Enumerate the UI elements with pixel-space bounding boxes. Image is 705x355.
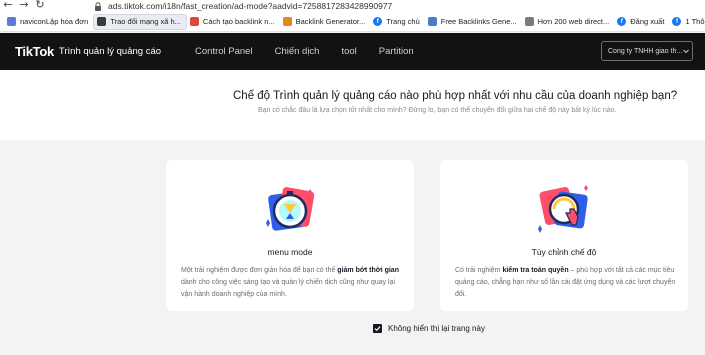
bookmark-item[interactable]: Backlink Generator... — [280, 14, 371, 30]
dont-show-again-option[interactable]: Không hiển thị lại trang này — [373, 324, 485, 333]
dont-show-again-label: Không hiển thị lại trang này — [388, 324, 485, 333]
company-selector[interactable]: Cong ty TNHH giao th... — [601, 41, 693, 61]
bookmark-item[interactable]: Hơn 200 web direct... — [522, 14, 615, 30]
bookmark-label: 1 Thông báo — [685, 17, 705, 26]
bookmark-label: Hơn 200 web direct... — [537, 17, 610, 26]
nav-control-panel[interactable]: Control Panel — [195, 46, 253, 57]
browser-address-bar: ← → ↻ ads.tiktok.com/i18n/fast_creation/… — [0, 0, 705, 12]
bookmark-label: Cách tạo backlink n... — [202, 17, 275, 26]
document-icon — [7, 17, 16, 26]
company-name: Cong ty TNHH giao th... — [608, 47, 683, 55]
top-header: TikTok Trình quản lý quảng cáo Control P… — [0, 33, 705, 70]
bookmarks-bar: naviconLập hóa đơn Trao đổi mạng xã h... C… — [0, 12, 705, 32]
custom-mode-card[interactable]: Tùy chỉnh chế độ Có trải nghiệm kiểm tra… — [440, 160, 688, 311]
bookmark-item[interactable]: Cách tạo backlink n... — [187, 14, 280, 30]
logo-subtitle: Trình quản lý quảng cáo — [58, 46, 162, 57]
lock-icon[interactable] — [92, 0, 104, 12]
custom-control-illustration-icon — [538, 185, 588, 233]
bookmark-item[interactable]: Trao đổi mạng xã h... — [93, 13, 187, 30]
card-title: Tùy chỉnh chế độ — [531, 247, 597, 257]
nav-partition[interactable]: Partition — [379, 46, 414, 57]
page-subtitle: Bạn có chắc đâu là lựa chọn tốt nhất cho… — [258, 107, 617, 114]
simplified-mode-card[interactable]: menu mode Một trải nghiệm được đơn giản … — [166, 160, 414, 311]
backlink-generator-icon — [282, 17, 292, 26]
forward-arrow-icon[interactable]: → — [16, 0, 32, 12]
reload-icon[interactable]: ↻ — [32, 0, 48, 12]
bookmark-label: Trao đổi mạng xã h... — [110, 17, 181, 26]
nav-tool[interactable]: tool — [341, 46, 356, 57]
facebook-icon: f — [373, 17, 383, 26]
stopwatch-illustration-icon — [266, 187, 315, 231]
facebook-icon: f — [617, 17, 627, 26]
bookmark-item[interactable]: f Đăng xuất — [614, 14, 669, 30]
bookmark-item[interactable]: naviconLập hóa đơn — [4, 14, 93, 30]
url-text[interactable]: ads.tiktok.com/i18n/fast_creation/ad-mod… — [108, 1, 392, 11]
tiktok-icon — [97, 17, 107, 26]
card-description: Có trải nghiệm kiểm tra toàn quyền – phù… — [455, 267, 676, 298]
checkmark-icon — [374, 326, 381, 332]
backlink-icon — [189, 17, 199, 26]
back-arrow-icon[interactable]: ← — [0, 0, 16, 12]
bookmark-item[interactable]: Free Backlinks Gene... — [425, 14, 522, 30]
card-title: menu mode — [267, 247, 313, 257]
bookmark-item[interactable]: f1 Thông báo — [669, 14, 705, 30]
bookmark-label: Trang chủ — [386, 17, 420, 26]
tiktok-logo[interactable]: TikTok — [15, 44, 54, 59]
main-nav: Control Panel Chiến dịch tool Partition — [195, 46, 436, 57]
bookmark-item[interactable]: f Trang chủ — [370, 14, 425, 30]
web-directory-icon — [524, 17, 534, 26]
page-title: Chế độ Trình quản lý quảng cáo nào phù h… — [233, 90, 678, 102]
free-backlinks-icon — [427, 17, 437, 26]
bookmark-label: Backlink Generator... — [295, 17, 366, 26]
card-description: Một trải nghiệm được đơn giản hóa để bạn… — [181, 267, 399, 298]
bookmark-label: Đăng xuất — [630, 17, 665, 26]
facebook-icon: f — [672, 17, 682, 26]
bookmark-label: naviconLập hóa đơn — [20, 17, 89, 26]
chevron-down-icon — [683, 49, 690, 54]
hero-section: Chế độ Trình quản lý quảng cáo nào phù h… — [0, 70, 705, 140]
bookmark-label: Free Backlinks Gene... — [440, 17, 517, 26]
dont-show-again-checkbox[interactable] — [373, 324, 382, 333]
nav-campaigns[interactable]: Chiến dịch — [275, 46, 320, 57]
